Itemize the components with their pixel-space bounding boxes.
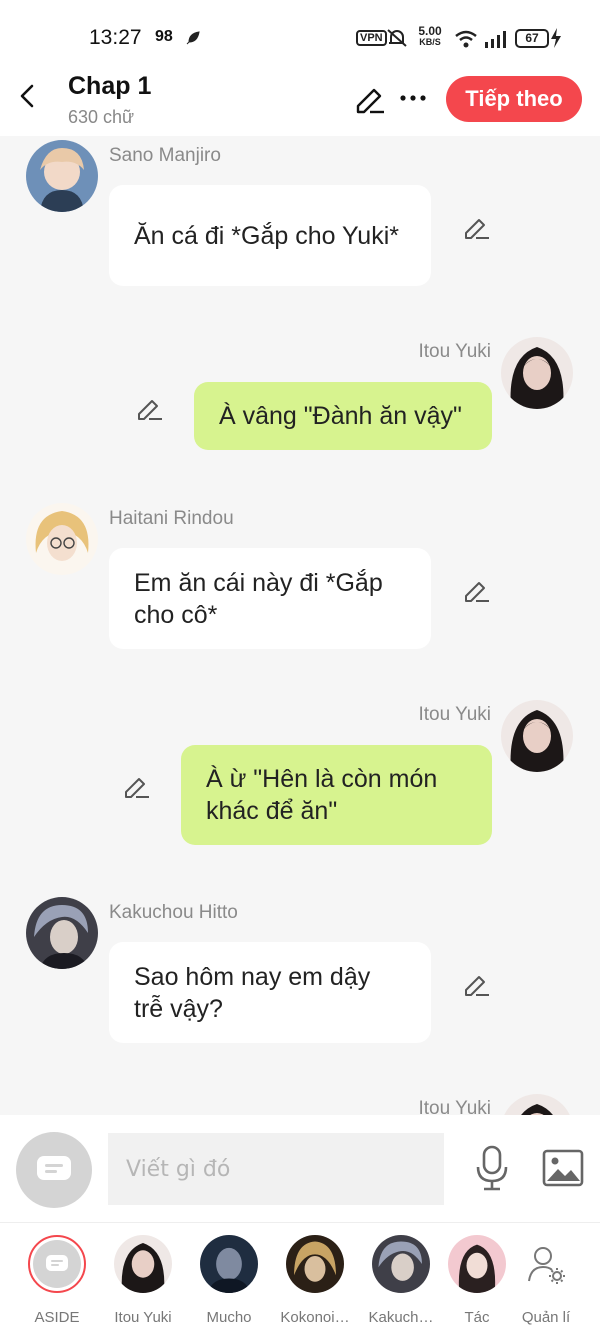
edit-icon[interactable] [136, 394, 164, 422]
back-arrow-icon[interactable] [14, 82, 42, 110]
avatar [200, 1235, 258, 1293]
sender-name: Itou Yuki [418, 704, 491, 725]
sender-name: Haitani Rindou [109, 508, 234, 529]
pen-icon[interactable] [354, 84, 386, 114]
tab-character[interactable]: Kokonoi… [272, 1235, 358, 1326]
next-chapter-button[interactable]: Tiếp theo [446, 76, 582, 122]
header: Chap 1 630 chữ Tiếp theo [0, 72, 600, 136]
mute-icon [387, 29, 407, 47]
tab-label: ASIDE [34, 1309, 80, 1326]
image-icon[interactable] [542, 1149, 584, 1187]
battery-level: 67 [525, 31, 539, 45]
signal-icon [485, 31, 506, 48]
message-bubble[interactable]: Sao hôm nay em dậy trễ vậy? [109, 942, 431, 1043]
edit-icon[interactable] [463, 213, 491, 241]
tab-label: Itou Yuki [114, 1309, 172, 1326]
speed-unit: KB/S [419, 37, 441, 47]
avatar[interactable] [26, 140, 98, 212]
sender-name: Kakuchou Hitto [109, 902, 238, 923]
chat-area: Sano Manjiro Ăn cá đi *Gắp cho Yuki* Ito… [0, 136, 600, 1115]
avatar[interactable] [26, 897, 98, 969]
tab-manage[interactable]: Quản lí [503, 1235, 589, 1326]
vpn-icon: VPN [356, 30, 387, 46]
mic-icon[interactable] [474, 1145, 510, 1191]
speed-value: 5.00 [418, 24, 442, 38]
input-bar [0, 1115, 600, 1223]
message-input[interactable] [108, 1133, 444, 1205]
edit-icon[interactable] [123, 772, 151, 800]
aside-tab-avatar [28, 1235, 86, 1293]
avatar [372, 1235, 430, 1293]
message-bubble[interactable]: À ừ "Hên là còn món khác để ăn" [181, 745, 492, 845]
charging-icon [551, 28, 561, 48]
tab-character[interactable]: Kakuch… [358, 1235, 444, 1326]
tab-label: Kokonoi… [280, 1309, 350, 1326]
more-icon[interactable] [400, 94, 426, 102]
aside-button[interactable] [16, 1132, 92, 1208]
message-icon [46, 1255, 68, 1271]
message-bubble[interactable]: À vâng "Đành ăn vậy" [194, 382, 492, 450]
tab-label: Kakuch… [368, 1309, 434, 1326]
sender-name: Sano Manjiro [109, 145, 221, 166]
avatar[interactable] [501, 1094, 573, 1115]
sender-name: Itou Yuki [418, 341, 491, 362]
avatar[interactable] [501, 700, 573, 772]
battery-icon: 67 [515, 29, 549, 48]
message-bubble[interactable]: Em ăn cái này đi *Gắp cho cô* [109, 548, 431, 649]
avatar [448, 1235, 506, 1293]
wifi-icon [455, 30, 477, 48]
message-icon [37, 1156, 71, 1180]
tab-character[interactable]: Mucho [186, 1235, 272, 1326]
status-time: 13:27 [89, 26, 142, 49]
sender-name: Itou Yuki [418, 1098, 491, 1115]
tab-aside[interactable]: ASIDE [14, 1235, 100, 1326]
avatar[interactable] [501, 337, 573, 409]
leaf-icon [186, 31, 200, 45]
tab-label: Mucho [206, 1309, 252, 1326]
avatar [114, 1235, 172, 1293]
status-bar: 13:27 98 VPN 5.00 KB/S 67 [0, 0, 600, 72]
character-tab-bar: ASIDE Itou Yuki Mucho Kokonoi… Kakuch… T… [0, 1223, 600, 1333]
tab-character[interactable]: Itou Yuki [100, 1235, 186, 1326]
status-indicator: 98 [155, 28, 173, 45]
page-title: Chap 1 [68, 72, 152, 100]
message-bubble[interactable]: Ăn cá đi *Gắp cho Yuki* [109, 185, 431, 286]
user-settings-icon [517, 1235, 575, 1293]
avatar [286, 1235, 344, 1293]
avatar[interactable] [26, 503, 98, 575]
edit-icon[interactable] [463, 970, 491, 998]
network-speed: 5.00 KB/S [414, 24, 446, 48]
word-count: 630 chữ [68, 107, 135, 127]
tab-label: Quản lí [521, 1309, 571, 1326]
edit-icon[interactable] [463, 576, 491, 604]
